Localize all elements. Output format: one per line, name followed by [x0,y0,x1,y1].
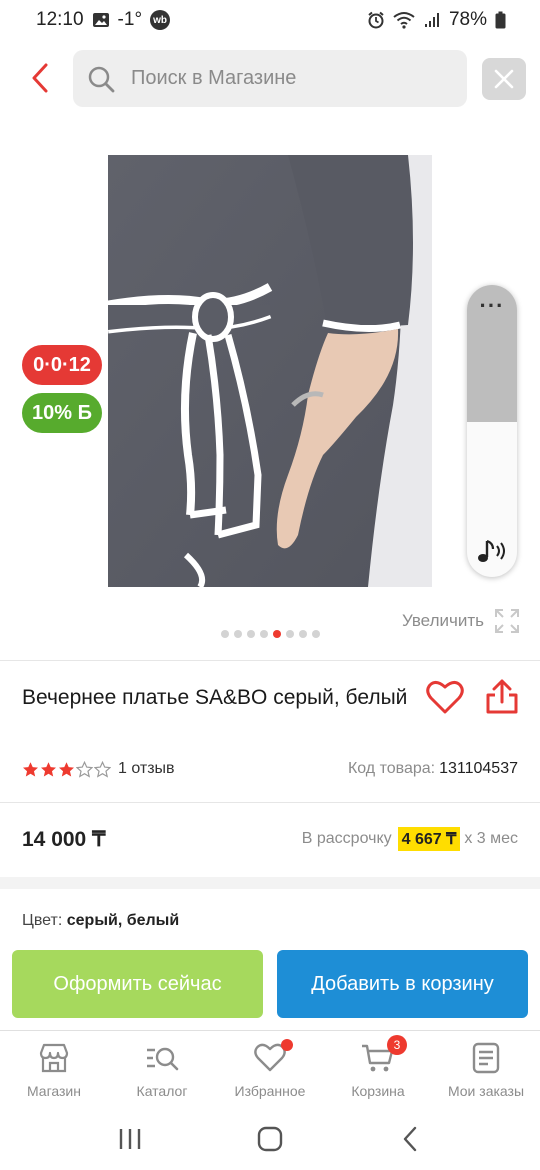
nav-label: Корзина [351,1083,405,1099]
star-filled-icon [23,761,38,776]
music-volume-icon[interactable] [475,537,509,567]
nav-label: Магазин [26,1083,81,1099]
reviews-link[interactable]: 1 отзыв [118,760,175,778]
alarm-icon [368,11,384,29]
wb-app-icon: wb [150,10,171,30]
price-row: 14 000 ₸ В рассрочку 4 667 ₸ x 3 мес [22,826,518,852]
star-empty-icon [76,760,93,778]
recent-apps-button[interactable] [110,1119,150,1159]
color-label: Цвет: [22,912,63,929]
pager-dot[interactable] [311,630,320,638]
system-navigation [0,1108,540,1170]
sku: Код товара: 131104537 [348,760,518,778]
installment-suffix: x 3 мес [464,830,518,847]
catalog-search-icon [147,1047,179,1071]
nav-item-catalog[interactable]: Каталог [108,1031,216,1105]
bonus-badge: 10% Б [22,393,102,433]
volume-slider[interactable]: ··· [467,285,517,577]
wifi-icon [393,12,415,29]
system-back-button[interactable] [390,1119,430,1159]
section-separator [0,877,540,889]
installment-info[interactable]: В рассрочку 4 667 ₸ x 3 мес [302,827,518,851]
color-value: серый, белый [66,912,180,929]
clear-search-button[interactable] [482,58,526,100]
pager-dot-active[interactable] [272,630,281,638]
product-gallery[interactable]: 0·0·12 10% Б ··· Увеличить [0,120,540,650]
product-price: 14 000 ₸ [22,827,106,851]
search-icon [88,66,115,92]
rating-row: 1 отзыв Код товара: 131104537 [22,758,518,780]
pager-dot[interactable] [233,630,242,638]
installment-amount: 4 667 ₸ [397,827,461,851]
share-icon [486,679,518,714]
nav-item-store[interactable]: Магазин [0,1031,108,1105]
star-filled-icon [41,761,56,776]
nav-item-orders[interactable]: Мои заказы [432,1031,540,1105]
star-empty-icon [94,760,111,778]
notification-dot [281,1039,293,1051]
search-bar[interactable] [73,50,467,107]
recent-apps-icon [119,1129,141,1149]
search-header [0,48,540,108]
pager-dot[interactable] [285,630,294,638]
divider [0,660,540,661]
add-to-cart-button[interactable]: Добавить в корзину [277,950,528,1018]
sku-label: Код товара: [347,760,436,777]
nav-item-favorites[interactable]: Избранное [216,1031,324,1105]
dress-photo-illustration [108,155,432,587]
search-input[interactable] [131,67,431,90]
chevron-left-icon [32,63,48,93]
orders-icon [472,1042,500,1074]
zoom-label: Увеличить [402,611,484,630]
nav-label: Каталог [136,1083,188,1099]
favorite-button[interactable] [425,678,465,716]
product-photo[interactable] [108,155,432,587]
color-info: Цвет: серый, белый [22,912,179,930]
gallery-icon [92,13,109,27]
weather-temp: -1° [117,9,143,30]
installment-promo-badge: 0·0·12 [22,345,102,385]
sku-value: 131104537 [439,760,518,777]
nav-label: Избранное [234,1083,306,1099]
cart-count-badge: 3 [387,1035,407,1055]
pager-dot[interactable] [220,630,229,638]
nav-label: Мои заказы [447,1083,525,1099]
gallery-pager [0,630,540,638]
back-button[interactable] [22,60,58,96]
pager-dot[interactable] [259,630,268,638]
status-time: 12:10 [36,9,84,30]
status-bar: 12:10 -1° wb 78% [0,0,540,40]
more-options-icon[interactable]: ··· [467,295,517,317]
star-rating [22,760,111,778]
store-icon [39,1043,69,1073]
battery-icon [495,11,506,29]
home-button[interactable] [250,1119,290,1159]
buy-now-button[interactable]: Оформить сейчас [12,950,263,1018]
star-filled-icon [59,761,74,776]
home-icon [257,1126,283,1152]
product-title: Вечернее платье SA&BO серый, белый [22,686,408,709]
divider [0,802,540,803]
nav-item-cart[interactable]: 3 Корзина [324,1031,432,1105]
pager-dot[interactable] [298,630,307,638]
installment-prefix: В рассрочку [301,830,392,847]
bottom-navigation: Магазин Каталог Избранное 3 Корзина Мои … [0,1030,540,1105]
share-button[interactable] [484,678,520,716]
battery-percent: 78% [448,9,487,30]
pager-dot[interactable] [246,630,255,638]
close-icon [494,69,514,89]
heart-icon [426,680,464,714]
back-icon [403,1126,417,1152]
signal-icon [424,13,439,27]
